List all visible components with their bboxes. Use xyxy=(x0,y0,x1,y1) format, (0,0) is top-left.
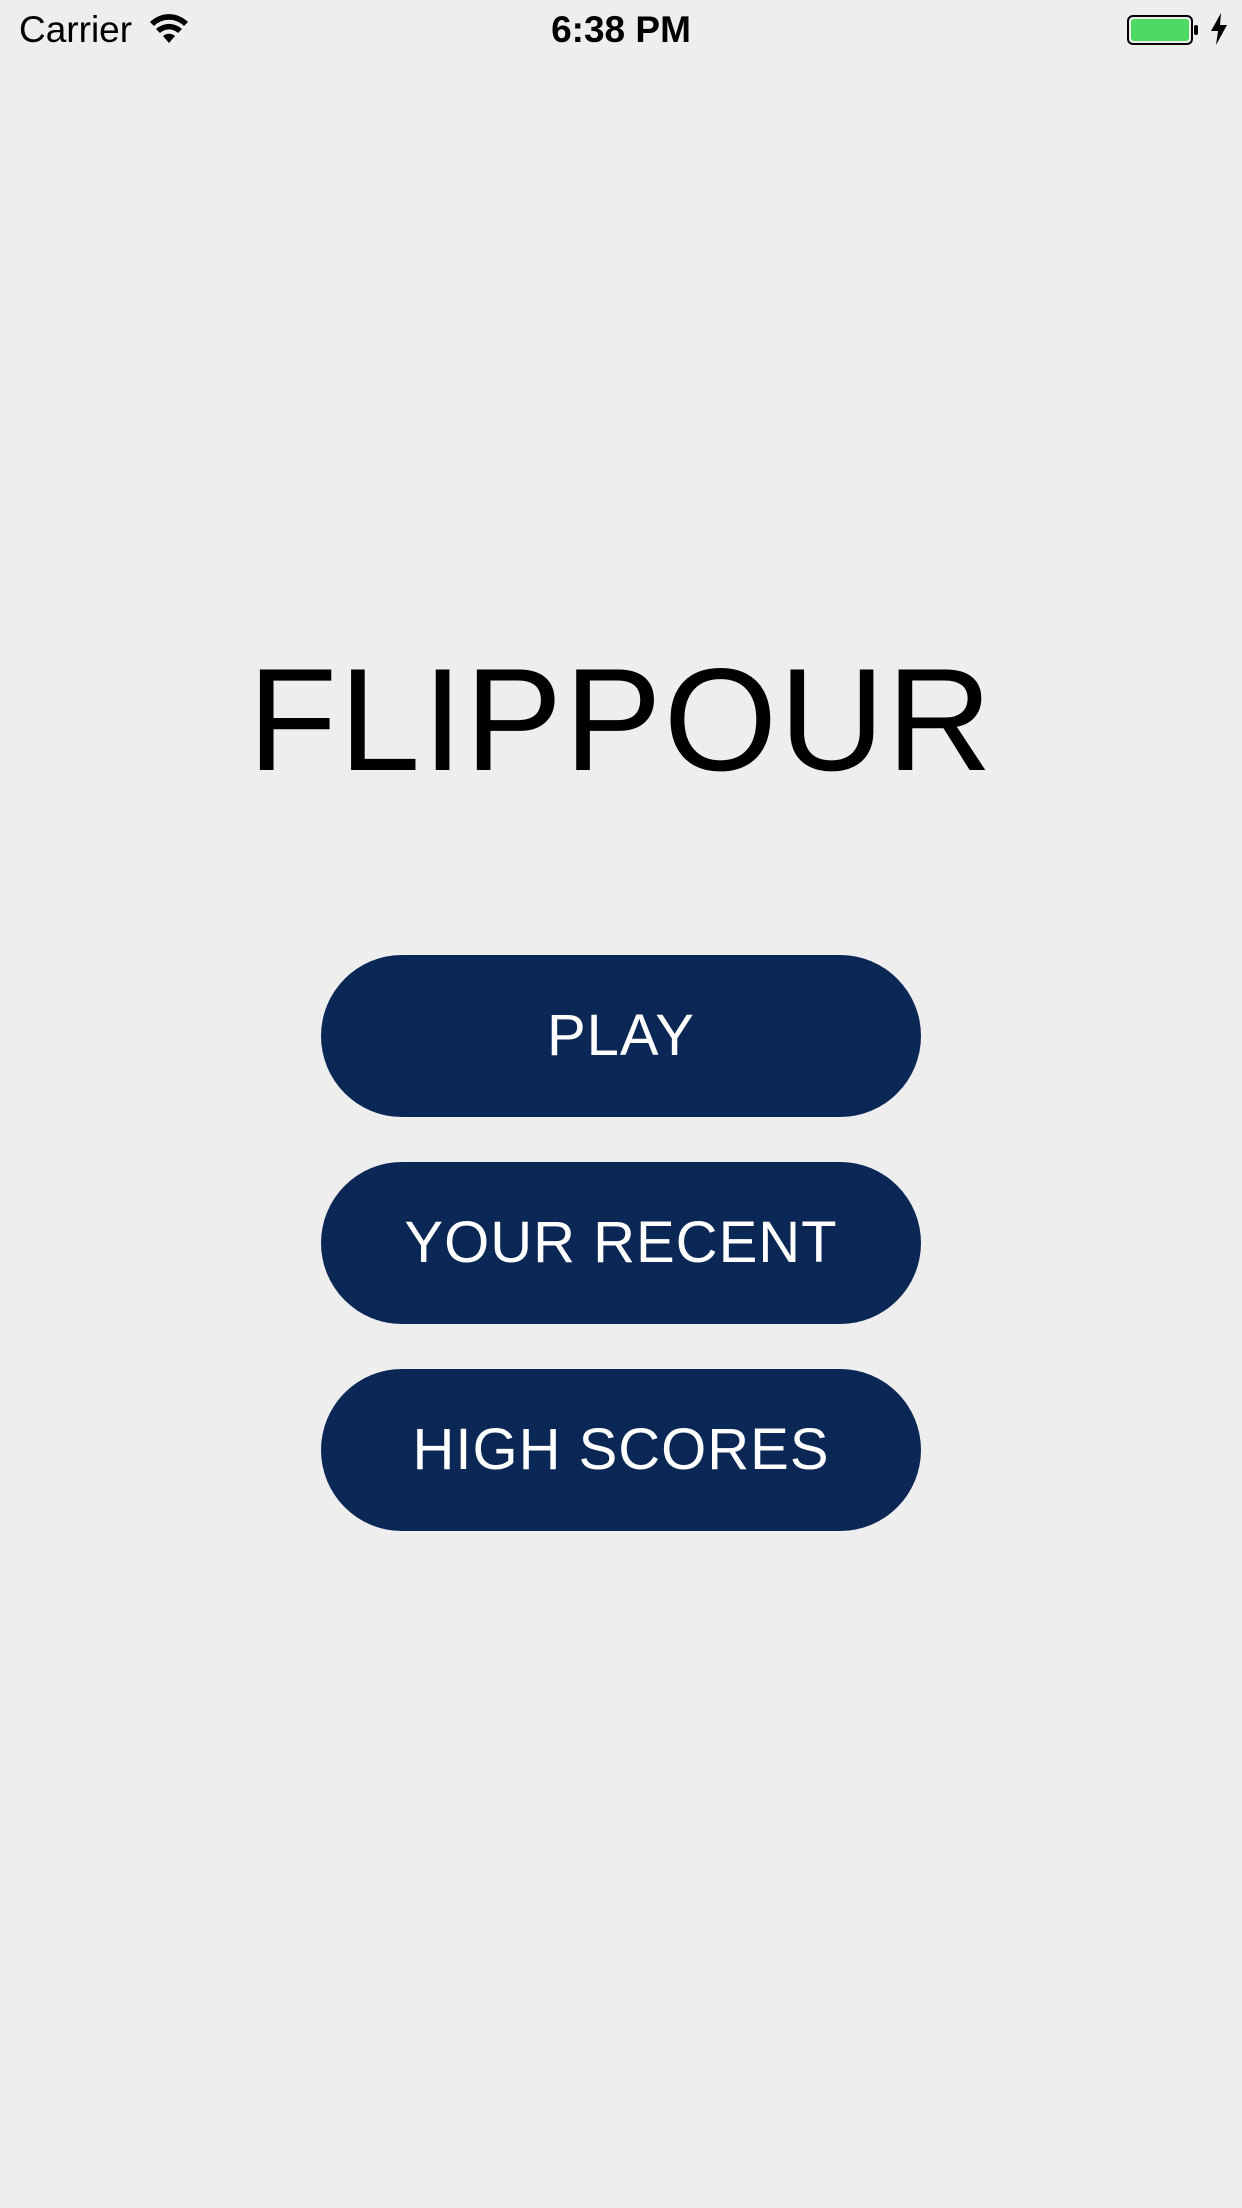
high-scores-button[interactable]: HIGH SCORES xyxy=(321,1369,921,1531)
home-screen: Carrier 6:38 PM FLIPPOUR PLAY YOUR RECEN… xyxy=(0,0,1242,2208)
battery-icon xyxy=(1127,15,1198,45)
status-time: 6:38 PM xyxy=(551,9,691,50)
app-title: FLIPPOUR xyxy=(247,638,995,801)
your-recent-button[interactable]: YOUR RECENT xyxy=(321,1162,921,1324)
status-bar: Carrier 6:38 PM xyxy=(0,0,1242,60)
charging-bolt-icon xyxy=(1211,13,1227,45)
play-button[interactable]: PLAY xyxy=(321,955,921,1117)
